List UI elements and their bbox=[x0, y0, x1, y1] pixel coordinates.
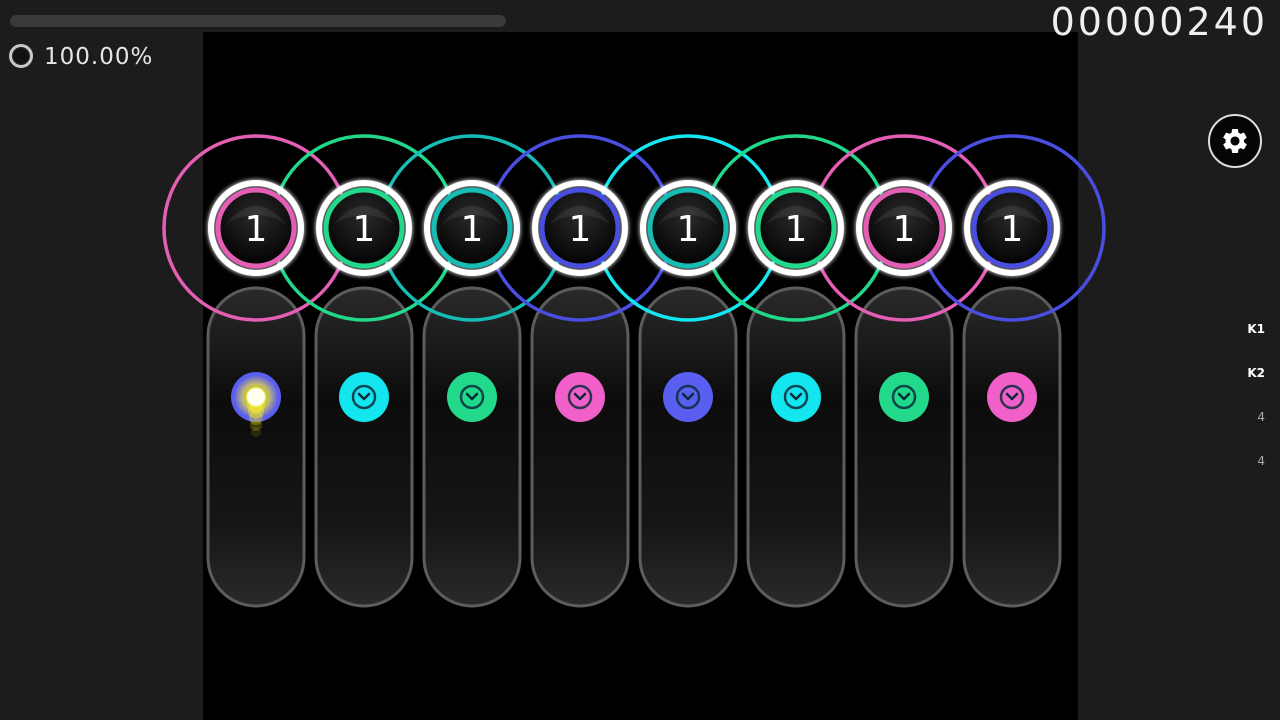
combo-number: 1 bbox=[245, 209, 268, 250]
hit-circle[interactable]: 1 bbox=[316, 180, 412, 276]
lane-note bbox=[339, 372, 389, 422]
combo-number: 1 bbox=[1001, 209, 1024, 250]
lane-2[interactable] bbox=[314, 286, 414, 608]
lane-5[interactable] bbox=[638, 286, 738, 608]
combo-number: 1 bbox=[785, 209, 808, 250]
lane-1[interactable] bbox=[206, 286, 306, 608]
note-body bbox=[663, 372, 713, 422]
note-body bbox=[555, 372, 605, 422]
key-counter-k2: K2 bbox=[1247, 366, 1265, 380]
gameplay-layer: 1 1 1 1 1 1 1 1 bbox=[162, 134, 1106, 608]
lane-note bbox=[555, 372, 605, 422]
lane-note bbox=[771, 372, 821, 422]
lane-note bbox=[879, 372, 929, 422]
lane-note bbox=[447, 372, 497, 422]
lane-8[interactable] bbox=[962, 286, 1062, 608]
note-body bbox=[879, 372, 929, 422]
approach-circles-layer bbox=[162, 134, 1106, 322]
hit-circle[interactable]: 1 bbox=[856, 180, 952, 276]
key-counter-m2: 4 bbox=[1257, 454, 1265, 468]
hit-circle[interactable]: 1 bbox=[964, 180, 1060, 276]
hit-circle[interactable]: 1 bbox=[532, 180, 628, 276]
key-counter-m1: 4 bbox=[1257, 410, 1265, 424]
combo-number: 1 bbox=[893, 209, 916, 250]
lane-note bbox=[663, 372, 713, 422]
lane-7[interactable] bbox=[854, 286, 954, 608]
hit-circle[interactable]: 1 bbox=[424, 180, 520, 276]
note-body bbox=[447, 372, 497, 422]
hit-circle[interactable]: 1 bbox=[208, 180, 304, 276]
settings-button[interactable] bbox=[1208, 114, 1262, 168]
hit-circles-layer: 1 1 1 1 1 1 1 1 bbox=[208, 180, 1060, 276]
combo-number: 1 bbox=[677, 209, 700, 250]
hit-circle[interactable]: 1 bbox=[748, 180, 844, 276]
note-body bbox=[339, 372, 389, 422]
note-body bbox=[987, 372, 1037, 422]
combo-number: 1 bbox=[461, 209, 484, 250]
key-counter-k1: K1 bbox=[1247, 322, 1265, 336]
note-body bbox=[771, 372, 821, 422]
lane-6[interactable] bbox=[746, 286, 846, 608]
combo-number: 1 bbox=[569, 209, 592, 250]
gear-icon bbox=[1222, 129, 1247, 153]
lane-note bbox=[987, 372, 1037, 422]
lane-4[interactable] bbox=[530, 286, 630, 608]
combo-number: 1 bbox=[353, 209, 376, 250]
hit-circle[interactable]: 1 bbox=[640, 180, 736, 276]
cursor bbox=[247, 388, 265, 406]
lanes-layer bbox=[206, 286, 1062, 608]
lane-3[interactable] bbox=[422, 286, 522, 608]
lane-notes-layer bbox=[231, 372, 1037, 422]
